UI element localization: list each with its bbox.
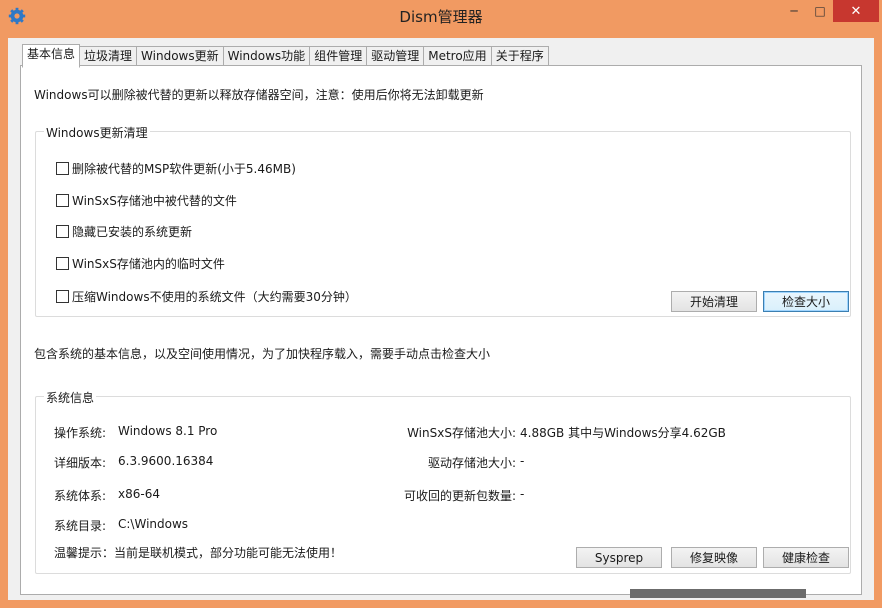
system-info-group-title: 系统信息 bbox=[44, 389, 97, 406]
tab-windows-update[interactable]: Windows更新 bbox=[137, 46, 224, 67]
sysprep-button[interactable]: Sysprep bbox=[576, 547, 662, 568]
update-cleanup-group-title: Windows更新清理 bbox=[44, 124, 150, 141]
option-label: 隐藏已安装的系统更新 bbox=[72, 225, 193, 239]
tab-components[interactable]: 组件管理 bbox=[310, 46, 368, 67]
option-remove-msp[interactable]: 删除被代替的MSP软件更新(小于5.46MB) bbox=[56, 160, 296, 177]
arch-value: x86-64 bbox=[118, 487, 160, 501]
checkbox[interactable] bbox=[56, 225, 69, 238]
reclaimable-packages-value: - bbox=[520, 487, 525, 501]
tab-strip: 基本信息 垃圾清理 Windows更新 Windows功能 组件管理 驱动管理 … bbox=[22, 44, 549, 68]
option-label: WinSxS存储池中被代替的文件 bbox=[72, 194, 237, 208]
option-winsxs-temp[interactable]: WinSxS存储池内的临时文件 bbox=[56, 255, 225, 272]
version-label: 详细版本: bbox=[54, 456, 107, 470]
app-window: Dism管理器 ─ □ ✕ 基本信息 垃圾清理 Windows更新 Window… bbox=[0, 0, 882, 608]
online-mode-tip: 温馨提示：当前是联机模式，部分功能可能无法使用！ bbox=[54, 546, 343, 560]
health-check-button[interactable]: 健康检查 bbox=[763, 547, 849, 568]
checkbox[interactable] bbox=[56, 290, 69, 303]
option-compress-files[interactable]: 压缩Windows不使用的系统文件（大约需要30分钟） bbox=[56, 288, 357, 305]
dir-value: C:\Windows bbox=[118, 517, 189, 531]
window-title: Dism管理器 bbox=[399, 8, 483, 26]
tab-junk-cleanup[interactable]: 垃圾清理 bbox=[80, 46, 138, 67]
system-info-group: 系统信息 操作系统: Windows 8.1 Pro 详细版本: 6.3.960… bbox=[35, 389, 851, 574]
arch-label: 系统体系: bbox=[54, 489, 107, 503]
cleanup-description: Windows可以删除被代替的更新以释放存储器空间，注意：使用后你将无法卸载更新 bbox=[34, 88, 484, 102]
title-bar[interactable]: Dism管理器 ─ □ ✕ bbox=[0, 0, 882, 32]
winsxs-size-label: WinSxS存储池大小: bbox=[407, 426, 516, 440]
version-value: 6.3.9600.16384 bbox=[118, 454, 214, 468]
winsxs-size-value: 4.88GB 其中与Windows分享4.62GB bbox=[520, 426, 726, 440]
checkbox[interactable] bbox=[56, 162, 69, 175]
horizontal-scrollbar[interactable] bbox=[630, 589, 806, 598]
option-winsxs-superseded[interactable]: WinSxS存储池中被代替的文件 bbox=[56, 192, 237, 209]
basic-info-panel: Windows可以删除被代替的更新以释放存储器空间，注意：使用后你将无法卸载更新… bbox=[20, 65, 862, 595]
sysinfo-description: 包含系统的基本信息，以及空间使用情况，为了加快程序载入，需要手动点击检查大小 bbox=[34, 347, 491, 361]
checkbox[interactable] bbox=[56, 194, 69, 207]
start-cleanup-button[interactable]: 开始清理 bbox=[671, 291, 757, 312]
tab-drivers[interactable]: 驱动管理 bbox=[367, 46, 425, 67]
driver-store-value: - bbox=[520, 454, 525, 468]
client-area: 基本信息 垃圾清理 Windows更新 Windows功能 组件管理 驱动管理 … bbox=[8, 38, 874, 600]
check-size-button[interactable]: 检查大小 bbox=[763, 291, 849, 312]
option-label: 压缩Windows不使用的系统文件（大约需要30分钟） bbox=[72, 290, 357, 304]
maximize-button[interactable]: □ bbox=[807, 0, 833, 22]
tab-basic-info[interactable]: 基本信息 bbox=[22, 44, 81, 68]
update-cleanup-group: Windows更新清理 删除被代替的MSP软件更新(小于5.46MB) WinS… bbox=[35, 124, 851, 317]
tab-metro-apps[interactable]: Metro应用 bbox=[424, 46, 492, 67]
close-button[interactable]: ✕ bbox=[833, 0, 879, 22]
tab-about[interactable]: 关于程序 bbox=[491, 46, 549, 67]
repair-image-button[interactable]: 修复映像 bbox=[671, 547, 757, 568]
option-label: 删除被代替的MSP软件更新(小于5.46MB) bbox=[72, 162, 296, 176]
tab-windows-features[interactable]: Windows功能 bbox=[223, 46, 311, 67]
dir-label: 系统目录: bbox=[54, 519, 107, 533]
checkbox[interactable] bbox=[56, 257, 69, 270]
option-hide-installed-updates[interactable]: 隐藏已安装的系统更新 bbox=[56, 223, 192, 240]
minimize-button[interactable]: ─ bbox=[781, 0, 807, 22]
reclaimable-packages-label: 可收回的更新包数量: bbox=[403, 489, 516, 503]
option-label: WinSxS存储池内的临时文件 bbox=[72, 257, 225, 271]
os-label: 操作系统: bbox=[54, 426, 107, 440]
driver-store-label: 驱动存储池大小: bbox=[427, 456, 516, 470]
os-value: Windows 8.1 Pro bbox=[118, 424, 218, 438]
